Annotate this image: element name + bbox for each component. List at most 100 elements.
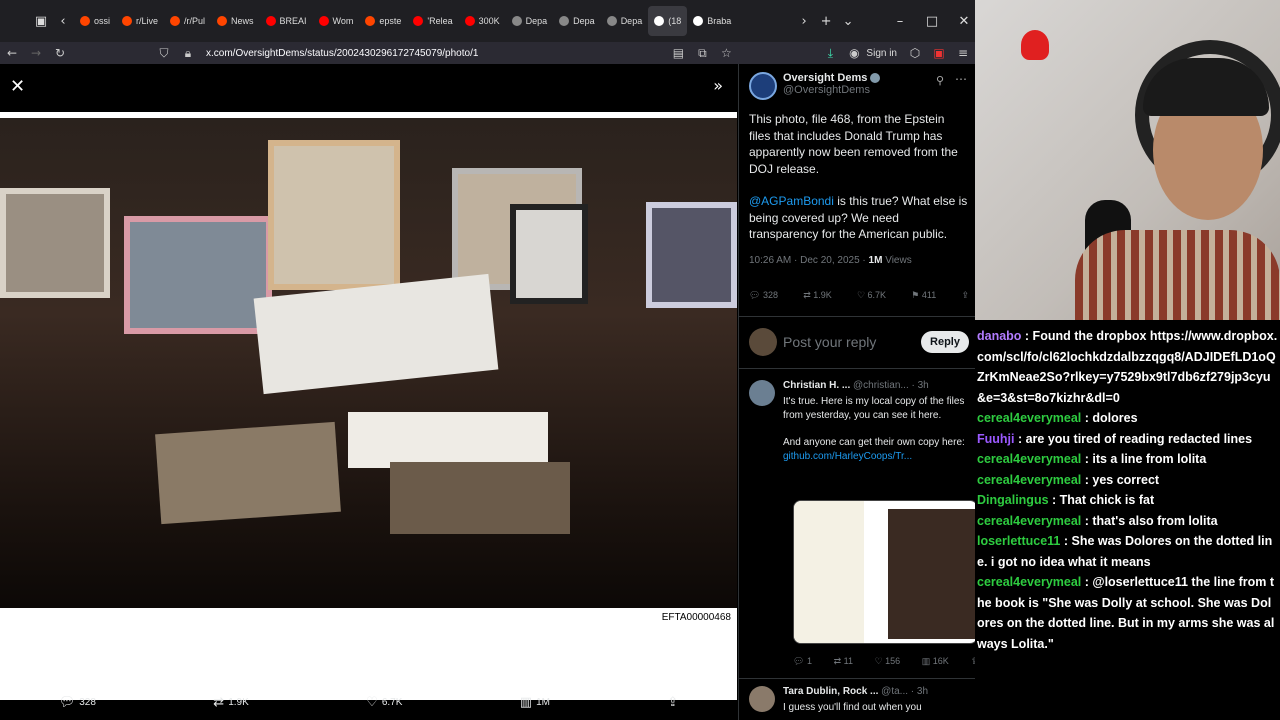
reload-icon[interactable]: ↻ <box>48 46 72 60</box>
more-options-icon[interactable]: ⋯ <box>955 72 967 86</box>
sign-in-link[interactable]: Sign in <box>866 48 897 59</box>
tab[interactable]: (18 <box>648 6 688 36</box>
photo-frame-3 <box>268 140 400 290</box>
papers-stack-2 <box>348 412 548 468</box>
chat-text: : dolores <box>1081 411 1138 425</box>
lock-icon: 🔒︎ <box>184 45 192 60</box>
tab[interactable]: Depa <box>601 6 649 36</box>
tab[interactable]: BREAI <box>260 6 313 36</box>
tab[interactable]: 'Relea <box>407 6 458 36</box>
tab[interactable]: epste <box>359 6 407 36</box>
minimize-icon[interactable]: – <box>889 10 911 32</box>
tab[interactable]: 300K <box>459 6 506 36</box>
like-count[interactable]: ♡ 156 <box>875 656 901 667</box>
chat-text: : That chick is fat <box>1048 493 1155 507</box>
tab-label: BREAI <box>279 16 307 26</box>
tab[interactable]: /r/Pul <box>164 6 211 36</box>
chat-username[interactable]: cereal4everymeal <box>977 473 1081 487</box>
url-input[interactable]: x.com/OversightDems/status/2002430296172… <box>206 48 478 59</box>
person-shirt <box>1075 230 1280 320</box>
maximize-icon[interactable]: □ <box>921 10 943 32</box>
post-photo[interactable]: EFTA00000468 <box>0 112 737 700</box>
photo-thumbnail <box>888 509 975 639</box>
tab[interactable]: r/Live <box>116 6 164 36</box>
bookmark-star-icon[interactable]: ☆ <box>714 46 738 60</box>
back-icon[interactable]: ← <box>0 46 24 60</box>
chat-username[interactable]: Fuuhji <box>977 432 1015 446</box>
chat-username[interactable]: cereal4everymeal <box>977 452 1081 466</box>
photo-image <box>0 118 737 608</box>
avatar[interactable] <box>749 686 775 712</box>
github-link[interactable]: github.com/HarleyCoops/Tr... <box>783 450 973 464</box>
reply-button[interactable]: Reply <box>921 331 969 353</box>
file-code: EFTA00000468 <box>661 612 731 623</box>
bookmark-count[interactable]: ⚑ 411 <box>911 290 936 301</box>
avatar[interactable] <box>749 380 775 406</box>
favicon-icon <box>169 16 180 26</box>
chat-message: cereal4everymeal : @loserlettuce11 the l… <box>977 572 1278 654</box>
tab-overview-icon[interactable]: ▣ <box>30 10 52 32</box>
comment-image[interactable] <box>793 500 975 644</box>
tab-scroll-right-icon[interactable]: › <box>793 10 815 32</box>
reply-count[interactable]: 💬︎ 328 <box>749 290 778 301</box>
repost-count[interactable]: ⇄ 1.9K <box>803 290 832 301</box>
tab-scroll-left-icon[interactable]: ‹ <box>52 10 74 32</box>
chat-username[interactable]: Dingalingus <box>977 493 1049 507</box>
favicon-icon <box>79 16 90 26</box>
photo-frame-1 <box>0 188 110 298</box>
menu-icon[interactable]: ≡ <box>951 46 975 60</box>
like-count[interactable]: ♡ 6.7K <box>857 290 886 301</box>
reply-input[interactable]: Post your reply <box>783 334 915 350</box>
chat-username[interactable]: loserlettuce11 <box>977 534 1060 548</box>
forward-icon[interactable]: → <box>24 46 48 60</box>
mention-link[interactable]: @AGPamBondi <box>749 194 834 208</box>
repost-action[interactable]: ⇄ 1.9K <box>213 695 248 710</box>
grok-icon[interactable]: ⚲ <box>936 74 944 87</box>
expand-sidebar-icon[interactable]: » <box>713 76 723 95</box>
favicon-icon <box>365 16 376 26</box>
file-list-panel <box>794 501 864 643</box>
author-handle[interactable]: @OversightDems <box>783 84 880 96</box>
account-icon[interactable]: ◉ <box>842 46 866 60</box>
picture-in-picture-icon[interactable]: ⧉ <box>690 46 714 61</box>
tab[interactable]: News <box>211 6 260 36</box>
tab[interactable]: Depa <box>553 6 601 36</box>
addon-icon[interactable]: ▣ <box>927 46 951 60</box>
extensions-icon[interactable]: ⬡ <box>903 46 927 60</box>
chat-username[interactable]: cereal4everymeal <box>977 411 1081 425</box>
chat-username[interactable]: cereal4everymeal <box>977 514 1081 528</box>
chat-message: Fuuhji : are you tired of reading redact… <box>977 429 1278 450</box>
share-icon[interactable]: ⇪ <box>961 290 969 301</box>
chat-username[interactable]: cereal4everymeal <box>977 575 1081 589</box>
close-window-icon[interactable]: ✕ <box>953 10 975 32</box>
reader-mode-icon[interactable]: ▤ <box>666 46 690 60</box>
like-action[interactable]: ♡ 6.7K <box>366 695 402 710</box>
favicon-icon <box>606 16 617 26</box>
tab[interactable]: Braba <box>687 6 737 36</box>
views-count[interactable]: ▥ 16K <box>922 656 949 667</box>
share-action[interactable]: ⇪ <box>667 695 678 710</box>
tab-list-icon[interactable]: ⌄ <box>837 10 859 32</box>
downloads-icon[interactable]: ⤓ <box>818 46 842 61</box>
tab-label: Depa <box>525 16 548 26</box>
reply-action[interactable]: 💬︎ 328 <box>59 695 96 710</box>
author-name[interactable]: Oversight Dems <box>783 72 881 84</box>
close-viewer-icon[interactable]: ✕ <box>10 76 25 97</box>
favicon-icon <box>464 16 475 26</box>
tab-label: 300K <box>478 16 500 26</box>
tab[interactable]: ossi <box>74 6 116 36</box>
tab[interactable]: Wom <box>313 6 360 36</box>
reply-icon: 💬︎ <box>58 694 76 710</box>
repost-count[interactable]: ⇄ 11 <box>834 656 853 667</box>
tab[interactable]: Depa <box>506 6 554 36</box>
photo-viewer: ✕ » EFTA00000468 💬︎ 328 ⇄ 1.9K ♡ 6.7K ▥ … <box>0 64 737 720</box>
shield-icon[interactable]: ⛉ <box>152 46 176 61</box>
new-tab-icon[interactable]: + <box>815 10 837 32</box>
reply-count[interactable]: 💬︎ 1 <box>793 656 812 667</box>
views-action[interactable]: ▥ 1M <box>520 695 550 710</box>
chat-username[interactable]: danabo <box>977 329 1021 343</box>
chat-text: : its a line from lolita <box>1081 452 1207 466</box>
reply-composer: Post your reply Reply <box>749 326 969 358</box>
avatar[interactable] <box>749 72 777 100</box>
webcam-feed <box>975 0 1280 320</box>
